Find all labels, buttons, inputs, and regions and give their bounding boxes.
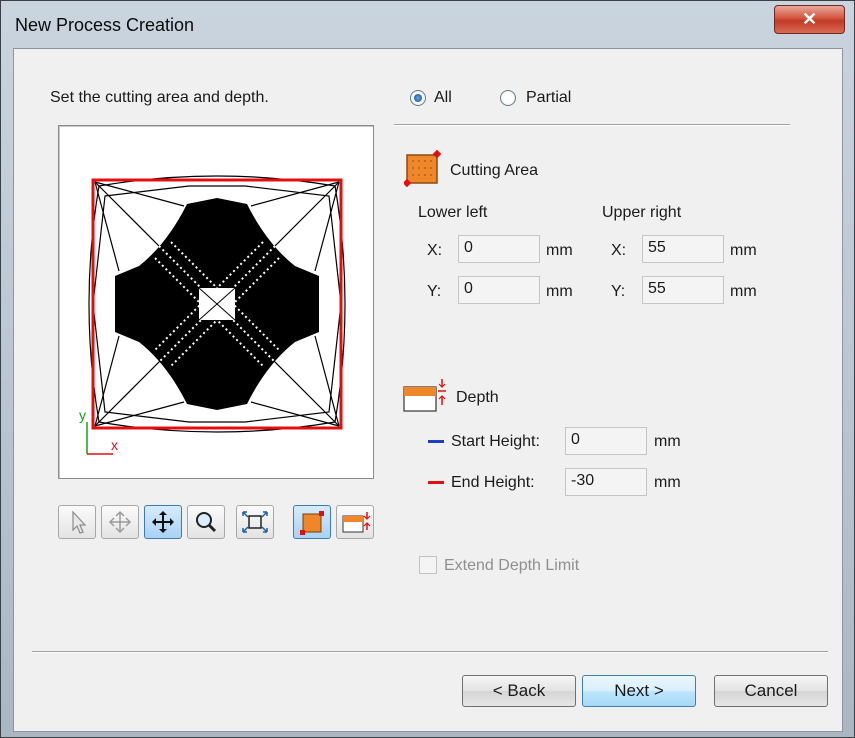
cutting-area-title: Cutting Area — [450, 162, 539, 179]
lower-left-y-unit: mm — [546, 283, 573, 300]
pan-icon — [108, 510, 132, 534]
upper-right-y-input[interactable]: 55 — [642, 276, 724, 304]
cutting-area-tool-button[interactable] — [293, 505, 331, 539]
depth-icon — [342, 512, 371, 533]
fit-icon — [242, 511, 268, 533]
close-button[interactable]: ✕ — [774, 5, 845, 34]
upper-right-x-unit: mm — [730, 242, 757, 259]
radio-partial[interactable]: Partial — [500, 89, 590, 111]
separator-top — [394, 124, 790, 126]
select-tool-button[interactable] — [58, 505, 96, 539]
back-button[interactable]: < Back — [462, 675, 576, 707]
lower-left-label: Lower left — [418, 204, 488, 221]
dialog-window: New Process Creation ✕ Set the cutting a… — [0, 0, 855, 738]
fit-view-button[interactable] — [236, 505, 274, 539]
dialog-client: Set the cutting area and depth. All Part… — [13, 48, 843, 732]
cutting-area-section-icon — [404, 149, 442, 187]
zoom-icon — [196, 512, 217, 533]
start-height-line-swatch — [428, 440, 444, 443]
lower-left-x-unit: mm — [546, 242, 573, 259]
radio-partial-label: Partial — [526, 89, 572, 106]
toolpath-drawing: y x — [79, 175, 346, 455]
depth-section-icon — [403, 379, 446, 412]
extend-depth-limit-label: Extend Depth Limit — [444, 557, 580, 574]
close-icon: ✕ — [801, 9, 818, 29]
end-height-input[interactable]: -30 — [565, 468, 647, 496]
end-height-label: End Height: — [451, 474, 535, 491]
window-title: New Process Creation — [15, 15, 195, 35]
cancel-button[interactable]: Cancel — [714, 675, 828, 707]
zoom-tool-button[interactable] — [187, 505, 225, 539]
end-height-unit: mm — [654, 474, 681, 491]
lower-left-y-label: Y: — [427, 283, 442, 300]
lower-left-x-input[interactable]: 0 — [458, 235, 540, 263]
instruction-text: Set the cutting area and depth. — [50, 89, 269, 106]
radio-partial-indicator[interactable] — [500, 90, 516, 106]
lower-left-x-label: X: — [427, 242, 443, 259]
end-height-line-swatch — [428, 481, 444, 484]
radio-all-indicator[interactable] — [410, 90, 426, 106]
axis-y-label: y — [79, 407, 86, 423]
upper-right-y-unit: mm — [730, 283, 757, 300]
separator-bottom — [32, 651, 828, 653]
upper-right-label: Upper right — [602, 204, 682, 221]
upper-right-x-label: X: — [611, 242, 627, 259]
cutting-area-icon — [300, 511, 324, 535]
pan-tool-button[interactable] — [101, 505, 139, 539]
start-height-input[interactable]: 0 — [565, 427, 647, 455]
depth-tool-button[interactable] — [336, 505, 374, 539]
move-icon — [152, 511, 174, 533]
preview-canvas[interactable]: y x — [58, 125, 374, 479]
upper-right-y-label: Y: — [611, 283, 626, 300]
upper-right-x-input[interactable]: 55 — [642, 235, 724, 263]
extend-depth-limit-checkbox[interactable] — [419, 556, 437, 574]
radio-all-label: All — [434, 89, 452, 106]
start-height-label: Start Height: — [451, 433, 540, 450]
lower-left-y-input[interactable]: 0 — [458, 276, 540, 304]
move-tool-button[interactable] — [144, 505, 182, 539]
next-button[interactable]: Next > — [582, 675, 696, 707]
select-icon — [72, 510, 87, 534]
radio-all[interactable]: All — [410, 89, 470, 111]
axis-x-label: x — [111, 437, 118, 453]
depth-title: Depth — [456, 389, 499, 406]
start-height-unit: mm — [654, 433, 681, 450]
